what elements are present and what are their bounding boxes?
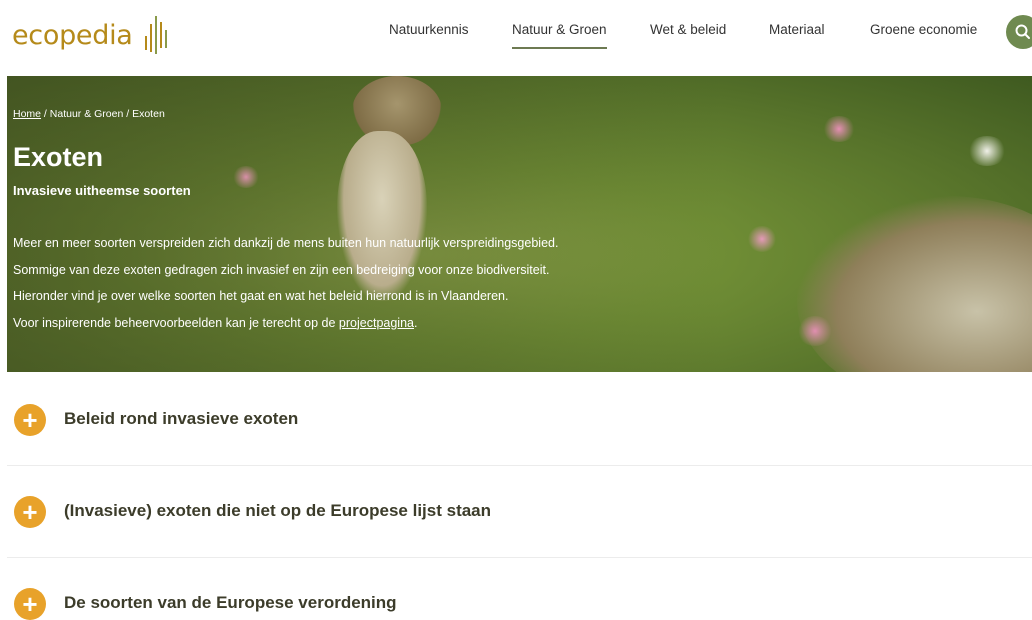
logo-text: ecopedia	[12, 19, 133, 51]
accordion-label[interactable]: De soorten van de Europese verordening	[64, 593, 397, 613]
intro-line: Voor inspirerende beheervoorbeelden kan …	[13, 310, 558, 337]
flower-spot	[822, 116, 856, 142]
breadcrumb: Home / Natuur & Groen / Exoten	[13, 108, 165, 120]
nav-item-materiaal[interactable]: Materiaal	[769, 22, 825, 37]
intro-text: Meer en meer soorten verspreiden zich da…	[13, 230, 558, 336]
search-icon	[1015, 24, 1030, 39]
accordion-label[interactable]: (Invasieve) exoten die niet op de Europe…	[64, 501, 491, 521]
accordion-item-niet-europese-lijst[interactable]: + (Invasieve) exoten die niet op de Euro…	[7, 467, 1032, 558]
flower-spot	[797, 316, 833, 346]
accordion-item-europese-verordening[interactable]: + De soorten van de Europese verordening	[7, 559, 1032, 620]
nav-item-natuur-groen[interactable]: Natuur & Groen	[512, 22, 607, 49]
search-button[interactable]	[1006, 15, 1032, 49]
intro-line-suffix: .	[413, 315, 418, 330]
breadcrumb-separator: /	[123, 108, 133, 120]
hero-banner: Home / Natuur & Groen / Exoten Exoten In…	[7, 76, 1032, 372]
plus-icon[interactable]: +	[14, 496, 46, 528]
breadcrumb-natuur-groen[interactable]: Natuur & Groen	[50, 108, 124, 120]
flower-spot	[967, 136, 1007, 166]
breadcrumb-current: Exoten	[132, 108, 165, 120]
nav-item-natuurkennis[interactable]: Natuurkennis	[389, 22, 469, 37]
intro-line: Hieronder vind je over welke soorten het…	[13, 289, 509, 303]
breadcrumb-separator: /	[41, 108, 50, 120]
breadcrumb-home-link[interactable]: Home	[13, 108, 41, 120]
accordion-item-beleid[interactable]: + Beleid rond invasieve exoten	[7, 375, 1032, 466]
plus-icon[interactable]: +	[14, 404, 46, 436]
intro-line-prefix: Voor inspirerende beheervoorbeelden kan …	[13, 315, 339, 330]
page-subtitle: Invasieve uitheemse soorten	[13, 183, 191, 198]
nav-item-groene-economie[interactable]: Groene economie	[870, 22, 977, 37]
nav-item-wet-beleid[interactable]: Wet & beleid	[650, 22, 726, 37]
logo[interactable]: ecopedia	[12, 10, 171, 60]
plus-icon[interactable]: +	[14, 588, 46, 620]
logo-bars-icon	[144, 16, 167, 54]
site-header: ecopedia Natuurkennis Natuur & Groen Wet…	[0, 0, 1032, 76]
flower-spot	[232, 166, 260, 188]
intro-line: Sommige van deze exoten gedragen zich in…	[13, 262, 550, 277]
page-title: Exoten	[13, 142, 104, 172]
goose-body-shape	[797, 196, 1032, 372]
projectpagina-link[interactable]: projectpagina	[339, 316, 414, 330]
intro-line: Meer en meer soorten verspreiden zich da…	[13, 236, 559, 250]
flower-spot	[747, 226, 777, 252]
accordion-label[interactable]: Beleid rond invasieve exoten	[64, 409, 298, 429]
